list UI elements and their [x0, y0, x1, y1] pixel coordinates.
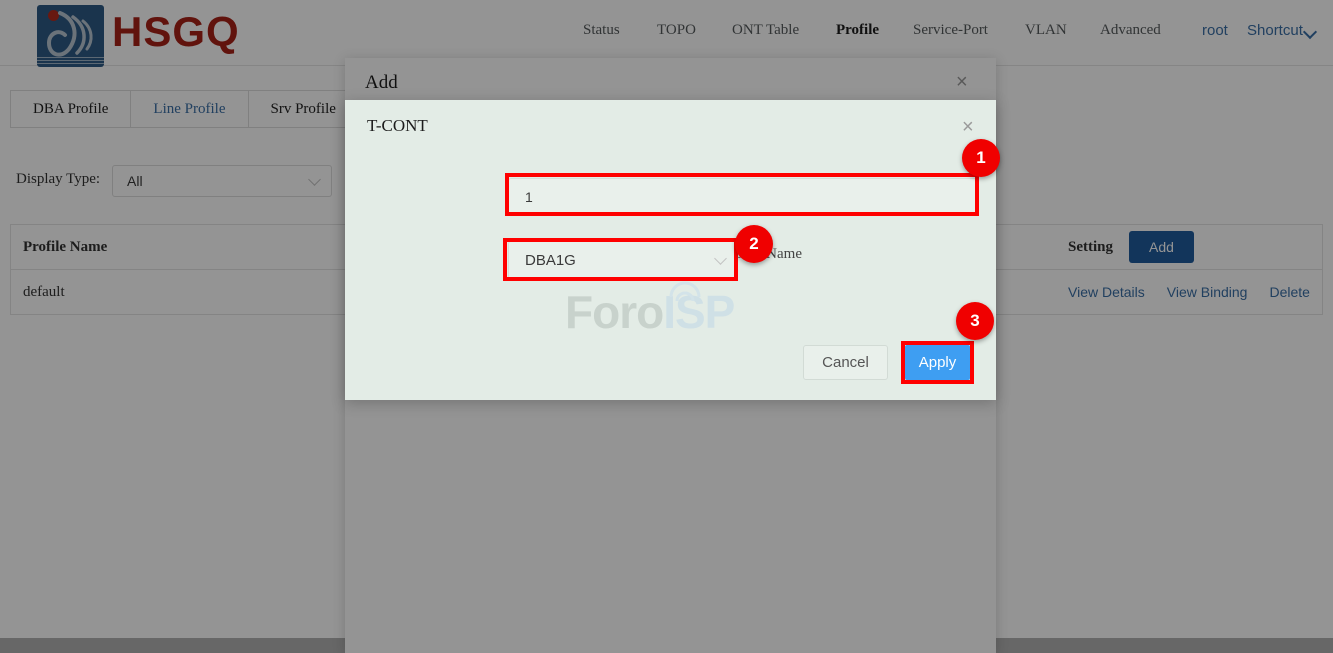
annotation-badge-1: 1	[962, 139, 1000, 177]
dba-profile-value: DBA1G	[525, 251, 576, 269]
tcont-dialog: T-CONT × T-CONT ID 1 Dba Profile Name DB…	[345, 100, 996, 400]
chevron-down-icon	[714, 252, 727, 265]
close-icon[interactable]: ×	[962, 117, 974, 137]
dba-profile-select[interactable]: DBA1G	[508, 241, 738, 279]
annotation-badge-3: 3	[956, 302, 994, 340]
tcont-id-input[interactable]: 1	[508, 178, 978, 216]
annotation-badge-2: 2	[735, 225, 773, 263]
add-dialog-title: Add	[365, 72, 398, 93]
close-icon[interactable]: ×	[956, 72, 968, 92]
tcont-dialog-title: T-CONT	[367, 116, 428, 135]
cancel-button[interactable]: Cancel	[803, 345, 888, 380]
tcont-id-value: 1	[525, 189, 533, 205]
apply-button[interactable]: Apply	[905, 345, 970, 380]
